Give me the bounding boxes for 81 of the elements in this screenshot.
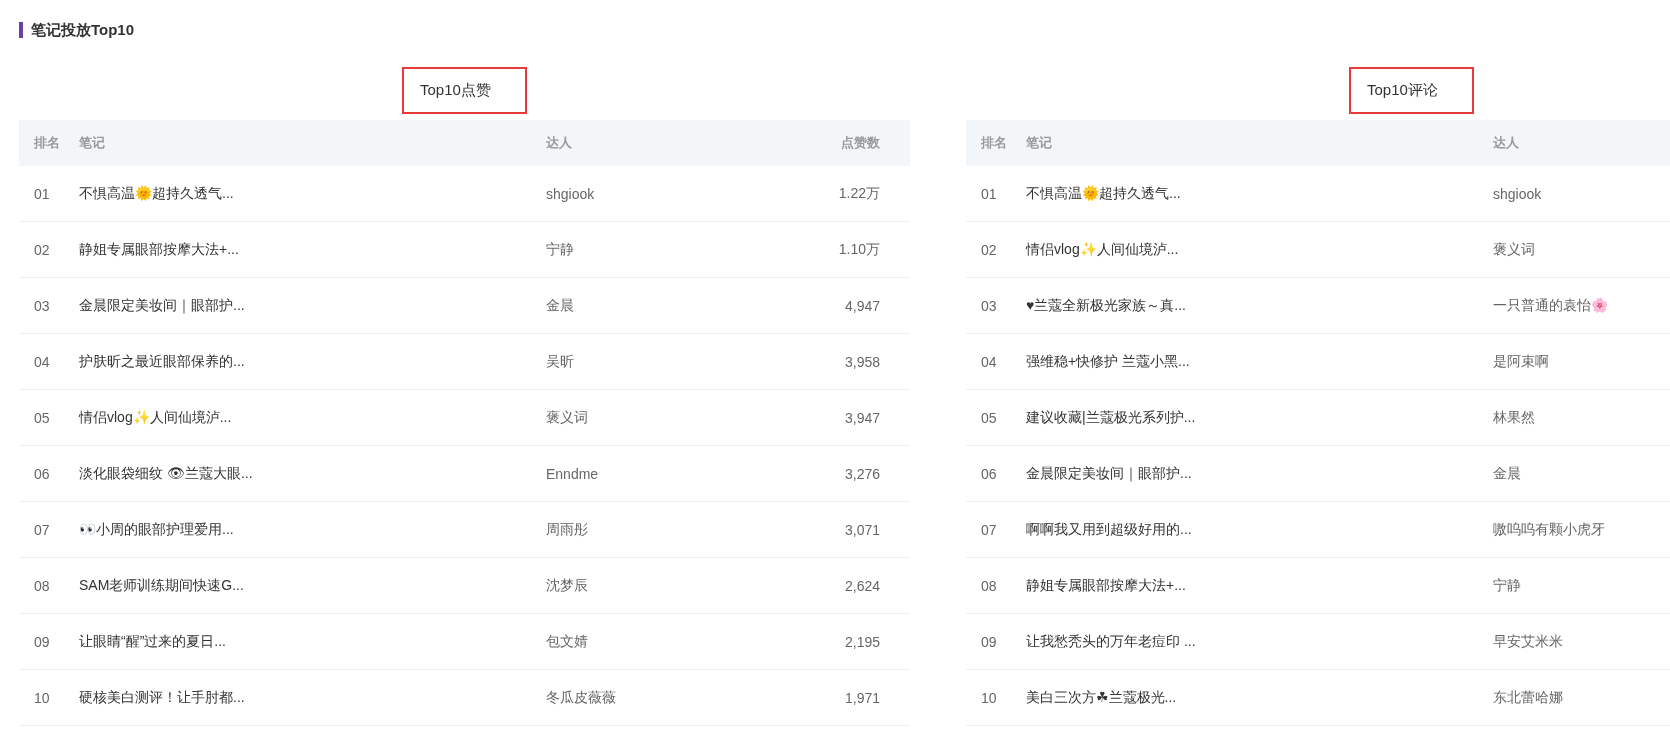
note-link[interactable]: 金晨限定美妆间｜眼部护...: [1026, 464, 1493, 483]
note-link[interactable]: 情侣vlog✨人间仙境泸...: [79, 408, 546, 427]
title-accent-bar: [19, 22, 23, 38]
count-cell-text: 3,947: [843, 409, 880, 426]
count-cell-text: 2,624: [843, 577, 880, 594]
author-cell-text: 是阿束啊: [1493, 352, 1550, 371]
column-header: 达人: [546, 134, 573, 152]
rank-cell-text: 07: [980, 521, 998, 538]
rank-cell-text: 07: [33, 521, 51, 538]
author-cell-text: 金晨: [546, 296, 575, 315]
note-link[interactable]: 让眼睛“醒”过来的夏日...: [79, 632, 546, 651]
author-cell-text: 林果然: [1493, 408, 1536, 427]
rank-cell-text: 10: [980, 689, 998, 706]
rank-cell-text: 02: [980, 241, 998, 258]
count-cell-text: 3,276: [843, 465, 880, 482]
column-header: 排名: [980, 134, 1008, 152]
rank-cell-text: 05: [980, 409, 998, 426]
column-header: 点赞数: [840, 134, 880, 152]
rank-cell-text: 02: [33, 241, 51, 258]
note-link[interactable]: 金晨限定美妆间｜眼部护...: [79, 296, 546, 315]
rank-cell-text: 09: [33, 633, 51, 650]
note-link[interactable]: 静姐专属眼部按摩大法+...: [79, 240, 546, 259]
author-cell-text: 沈梦辰: [546, 576, 589, 595]
column-header: 笔记: [1026, 134, 1053, 152]
note-link[interactable]: 👀小周的眼部护理爱用...: [79, 520, 546, 539]
author-cell-text: 冬瓜皮薇薇: [546, 688, 617, 707]
author-cell-text: 宁静: [1493, 576, 1522, 595]
note-link[interactable]: 不惧高温🌞超持久透气...: [79, 184, 546, 203]
rank-cell-text: 03: [33, 297, 51, 314]
note-link[interactable]: 美白三次方☘兰蔻极光...: [1026, 688, 1493, 707]
author-cell-text: 吴昕: [546, 352, 575, 371]
count-cell-text: 4,947: [843, 297, 880, 314]
note-link[interactable]: 建议收藏|兰蔻极光系列护...: [1026, 408, 1493, 427]
author-cell-text: 褒义词: [1493, 240, 1536, 259]
rank-cell-text: 08: [980, 577, 998, 594]
author-cell-text: 褒义词: [546, 408, 589, 427]
author-cell-text: 嗷呜呜有颗小虎牙: [1493, 520, 1606, 539]
author-cell-text: 早安艾米米: [1493, 632, 1564, 651]
note-link[interactable]: 静姐专属眼部按摩大法+...: [1026, 576, 1493, 595]
note-link[interactable]: 不惧高温🌞超持久透气...: [1026, 184, 1493, 203]
rank-cell-text: 06: [980, 465, 998, 482]
count-cell-text: 1.22万: [837, 184, 880, 203]
author-cell-text: 金晨: [1493, 464, 1522, 483]
section-title: 笔记投放Top10: [31, 20, 135, 40]
count-cell-text: 1.10万: [837, 240, 880, 259]
count-cell-text: 3,958: [843, 353, 880, 370]
column-header: 排名: [33, 134, 61, 152]
rank-cell-text: 10: [33, 689, 51, 706]
note-link[interactable]: 硬核美白测评！让手肘都...: [79, 688, 546, 707]
rank-cell-text: 09: [980, 633, 998, 650]
count-cell-text: 2,195: [843, 633, 880, 650]
count-cell-text: 3,071: [843, 521, 880, 538]
column-header: 笔记: [79, 134, 106, 152]
rank-cell-text: 01: [33, 185, 51, 202]
rank-cell-text: 01: [980, 185, 998, 202]
rank-cell-text: 08: [33, 577, 51, 594]
rank-cell-text: 04: [980, 353, 998, 370]
author-cell-text: 一只普通的袁怡🌸: [1493, 296, 1609, 315]
note-link[interactable]: 淡化眼袋细纹 👁兰蔻大眼...: [79, 464, 546, 483]
note-link[interactable]: 啊啊我又用到超级好用的...: [1026, 520, 1493, 539]
note-link[interactable]: SAM老师训练期间快速G...: [79, 576, 546, 595]
note-link[interactable]: ♥兰蔻全新极光家族～真...: [1026, 296, 1493, 315]
author-cell-text: shgiook: [546, 185, 596, 202]
table-heading: Top10点赞: [402, 67, 527, 114]
table-heading: Top10评论: [1349, 67, 1474, 114]
author-cell-text: shgiook: [1493, 185, 1543, 202]
note-link[interactable]: 强维稳+快修护 兰蔻小黑...: [1026, 352, 1493, 371]
author-cell-text: 东北蕾哈娜: [1493, 688, 1564, 707]
rank-cell-text: 06: [33, 465, 51, 482]
author-cell-text: 宁静: [546, 240, 575, 259]
author-cell-text: 包文婧: [546, 632, 589, 651]
rank-cell-text: 04: [33, 353, 51, 370]
note-link[interactable]: 情侣vlog✨人间仙境泸...: [1026, 240, 1493, 259]
note-link[interactable]: 让我愁秃头的万年老痘印 ...: [1026, 632, 1493, 651]
author-cell-text: 周雨彤: [546, 520, 589, 539]
note-link[interactable]: 护肤昕之最近眼部保养的...: [79, 352, 546, 371]
author-cell-text: Enndme: [546, 465, 600, 482]
rank-cell-text: 03: [980, 297, 998, 314]
rank-cell-text: 05: [33, 409, 51, 426]
count-cell-text: 1,971: [843, 689, 880, 706]
column-header: 达人: [1493, 134, 1520, 152]
